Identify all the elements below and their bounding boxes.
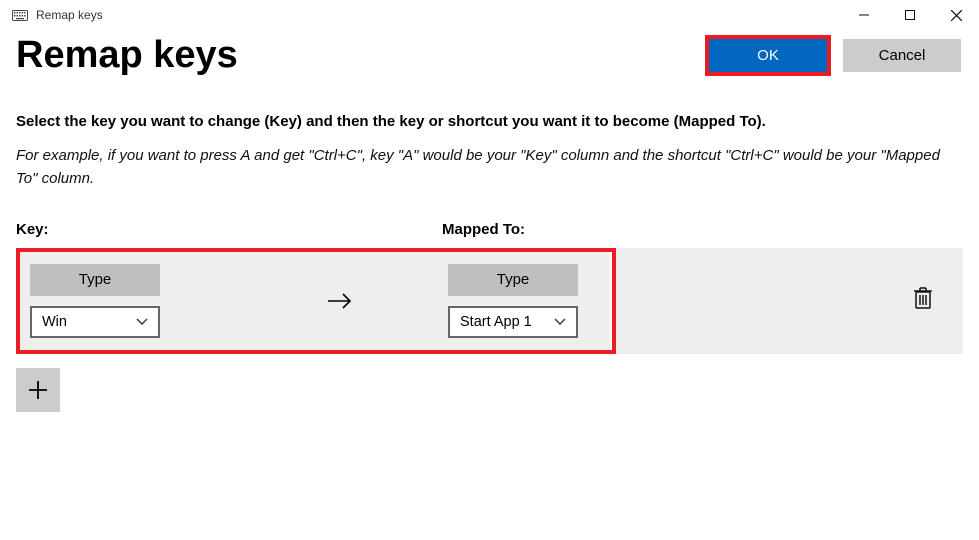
chevron-down-icon xyxy=(136,318,148,326)
minimize-button[interactable] xyxy=(841,0,887,30)
mapped-dropdown[interactable]: Start App 1 xyxy=(448,306,578,338)
instructions-text: Select the key you want to change (Key) … xyxy=(16,113,963,130)
mapping-row: Type Win Type Start App 1 xyxy=(16,248,963,354)
mapped-column-header: Mapped To: xyxy=(442,221,525,238)
keyboard-icon xyxy=(6,10,34,21)
cancel-button[interactable]: Cancel xyxy=(843,39,961,72)
ok-button-highlight: OK xyxy=(705,35,831,76)
chevron-down-icon xyxy=(554,318,566,326)
close-button[interactable] xyxy=(933,0,979,30)
key-column-header: Key: xyxy=(16,221,442,238)
page-title: Remap keys xyxy=(16,34,705,77)
key-dropdown[interactable]: Win xyxy=(30,306,160,338)
header-row: Remap keys OK Cancel xyxy=(16,34,963,77)
content: Remap keys OK Cancel Select the key you … xyxy=(0,34,979,412)
titlebar: Remap keys xyxy=(0,0,979,30)
mapped-cell: Type Start App 1 xyxy=(440,252,610,350)
mapped-type-button[interactable]: Type xyxy=(448,264,578,296)
ok-button[interactable]: OK xyxy=(709,39,827,72)
delete-row-button[interactable] xyxy=(913,286,933,315)
maximize-button[interactable] xyxy=(887,0,933,30)
add-row-button[interactable] xyxy=(16,368,60,412)
key-cell: Type Win xyxy=(20,252,240,350)
key-dropdown-value: Win xyxy=(42,314,67,330)
arrow-icon xyxy=(240,252,440,350)
row-actions xyxy=(616,248,963,354)
mapped-dropdown-value: Start App 1 xyxy=(460,314,532,330)
key-type-button[interactable]: Type xyxy=(30,264,160,296)
column-headers: Key: Mapped To: xyxy=(16,221,963,238)
mapping-highlight: Type Win Type Start App 1 xyxy=(16,248,616,354)
window-title: Remap keys xyxy=(36,8,841,22)
example-text: For example, if you want to press A and … xyxy=(16,144,963,191)
